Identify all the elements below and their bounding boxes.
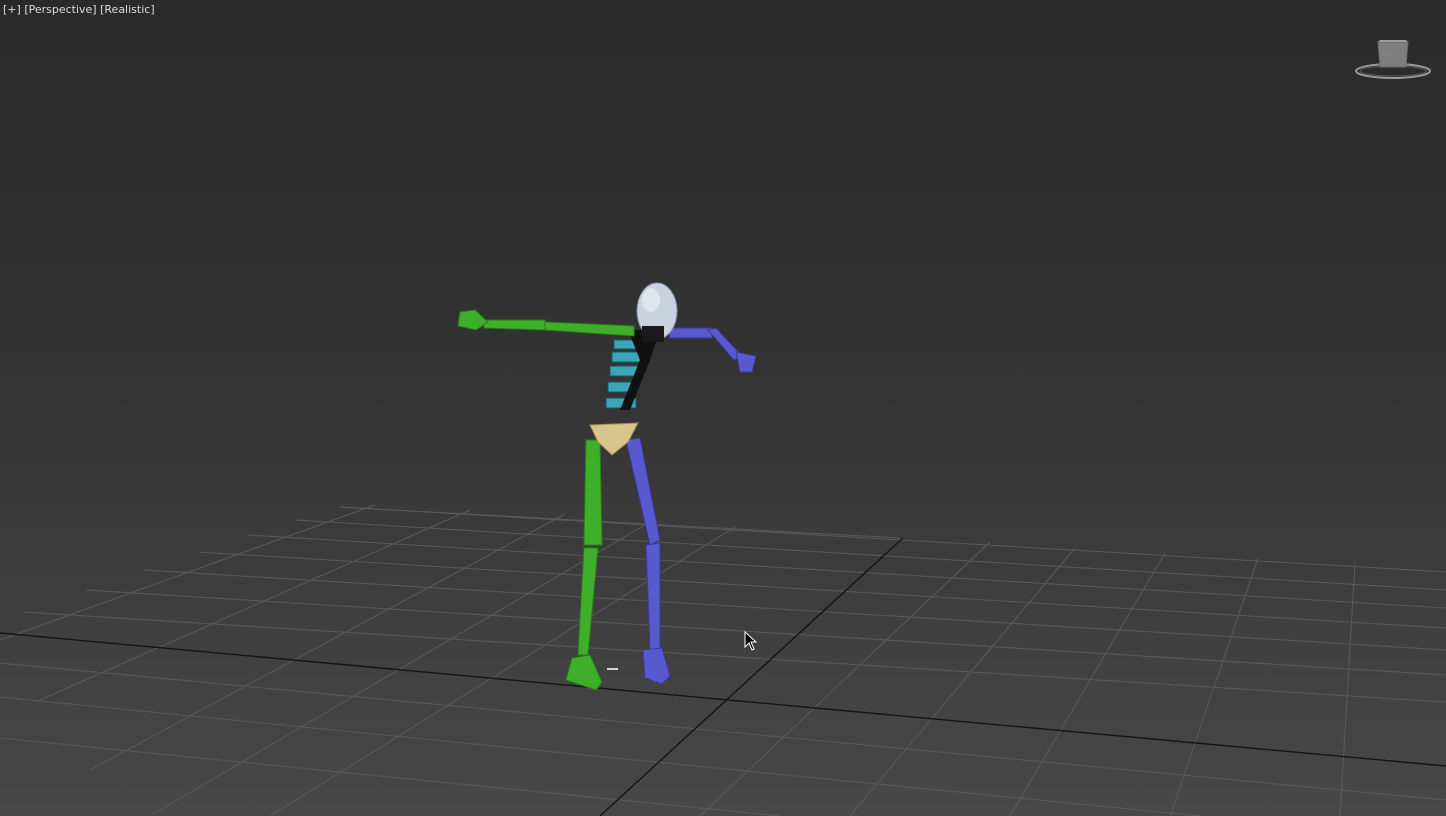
ground-grid <box>0 504 1446 816</box>
perspective-viewport[interactable]: [+] [Perspective] [Realistic] LEFT <box>0 0 1446 816</box>
viewport-shading-menu[interactable]: [Realistic] <box>100 3 155 16</box>
viewport-label: [+] [Perspective] [Realistic] <box>3 3 155 16</box>
viewport-view-menu[interactable]: [Perspective] <box>24 3 96 16</box>
viewcube-face-label: LEFT <box>1381 51 1397 58</box>
scene-canvas[interactable] <box>0 0 1446 816</box>
viewcube-graphic <box>1355 40 1431 79</box>
world-axes <box>0 537 1446 816</box>
left-leg[interactable] <box>565 439 603 691</box>
right-arm[interactable] <box>667 327 757 373</box>
viewport-plus-menu[interactable]: [+] <box>3 3 21 16</box>
left-arm[interactable] <box>457 309 635 337</box>
viewcube-icon[interactable]: LEFT <box>1350 34 1436 84</box>
mouse-pointer-icon <box>744 631 758 651</box>
ground-marker <box>607 668 618 670</box>
right-leg[interactable] <box>625 437 671 685</box>
